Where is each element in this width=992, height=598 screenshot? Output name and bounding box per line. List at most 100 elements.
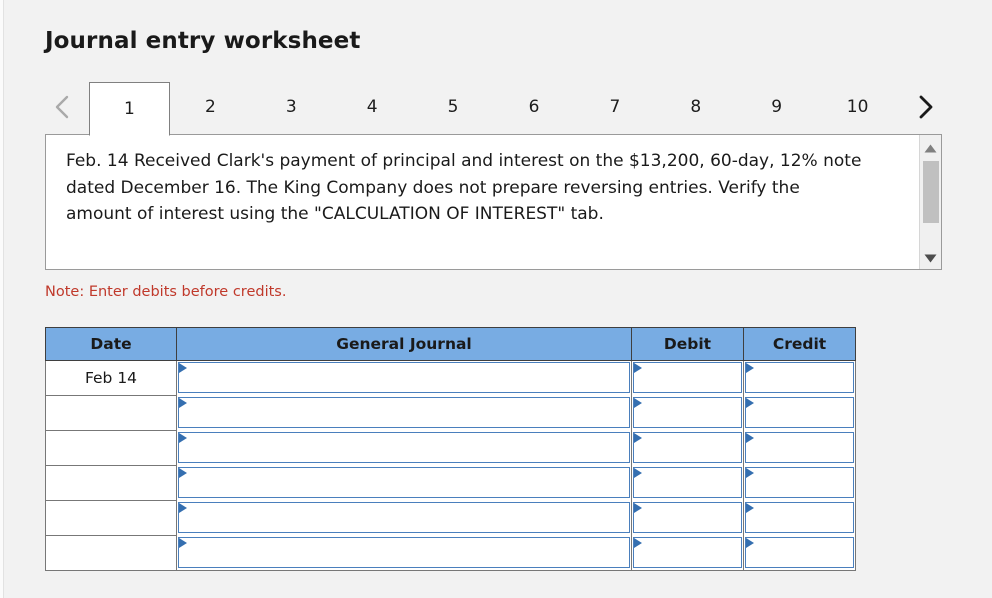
journal-credit-cell-input[interactable] [745, 536, 854, 568]
chevron-left-icon [52, 94, 72, 120]
table-row [45, 395, 856, 431]
tab-7[interactable]: 7 [574, 82, 655, 132]
journal-credit-cell[interactable] [743, 500, 856, 536]
journal-debit-cell[interactable] [631, 395, 744, 431]
tab-4[interactable]: 4 [332, 82, 413, 132]
journal-account-cell-input[interactable] [178, 467, 630, 498]
triangle-down-icon [924, 248, 937, 267]
cell-marker-triangle-icon [746, 537, 754, 548]
journal-debit-cell-input[interactable] [633, 362, 742, 394]
next-tab-button[interactable] [908, 82, 942, 132]
journal-account-cell[interactable] [176, 395, 632, 431]
journal-date-cell[interactable] [45, 500, 177, 536]
journal-debit-cell-input[interactable] [633, 397, 742, 428]
journal-credit-cell[interactable] [743, 465, 856, 501]
cell-marker-triangle-icon [634, 468, 642, 478]
journal-date-cell[interactable] [45, 465, 177, 501]
journal-credit-cell[interactable] [743, 395, 856, 431]
chevron-right-icon [915, 94, 935, 120]
scroll-up-button[interactable] [920, 137, 941, 157]
journal-debit-cell[interactable] [631, 465, 744, 501]
scrollbar-thumb[interactable] [923, 161, 939, 223]
journal-debit-cell[interactable] [631, 500, 744, 536]
journal-debit-cell-input[interactable] [633, 432, 742, 463]
journal-account-cell[interactable] [176, 360, 632, 396]
table-body: Feb 14 [45, 360, 856, 571]
cell-marker-triangle-icon [179, 363, 187, 374]
journal-account-cell[interactable] [176, 430, 632, 466]
tab-label: 9 [771, 97, 783, 117]
journal-debit-cell[interactable] [631, 535, 744, 571]
journal-account-cell-input[interactable] [178, 397, 630, 428]
instruction-scrollbar[interactable] [919, 135, 941, 269]
tab-label: 7 [609, 97, 621, 117]
cell-marker-triangle-icon [179, 537, 187, 548]
tab-label: 2 [204, 97, 216, 117]
column-header-credit: Credit [743, 327, 856, 361]
journal-credit-cell-input[interactable] [745, 397, 854, 428]
cell-marker-triangle-icon [746, 433, 754, 443]
table-header-row: Date General Journal Debit Credit [45, 327, 856, 361]
journal-credit-cell-input[interactable] [745, 362, 854, 394]
journal-credit-cell[interactable] [743, 430, 856, 466]
journal-debit-cell[interactable] [631, 360, 744, 396]
journal-entry-worksheet-page: Journal entry worksheet 1 2 3 4 5 6 7 8 9 10 Feb.… [0, 0, 992, 598]
cell-marker-triangle-icon [634, 363, 642, 374]
tab-5[interactable]: 5 [413, 82, 494, 132]
tab-label: 4 [366, 97, 378, 117]
tab-label: 8 [690, 97, 702, 117]
column-header-general-journal: General Journal [176, 327, 632, 361]
cell-marker-triangle-icon [634, 398, 642, 408]
journal-account-cell[interactable] [176, 465, 632, 501]
journal-account-cell-input[interactable] [178, 362, 630, 394]
journal-credit-cell[interactable] [743, 360, 856, 396]
debits-before-credits-note: Note: Enter debits before credits. [45, 284, 287, 300]
triangle-up-icon [924, 138, 937, 157]
table-row [45, 500, 856, 536]
journal-debit-cell-input[interactable] [633, 536, 742, 568]
instruction-text: Feb. 14 Received Clark's payment of prin… [66, 151, 862, 224]
journal-date-cell[interactable] [45, 430, 177, 466]
journal-account-cell-input[interactable] [178, 502, 630, 533]
scroll-down-button[interactable] [920, 247, 941, 267]
prev-tab-button[interactable] [45, 82, 79, 132]
journal-credit-cell-input[interactable] [745, 432, 854, 463]
cell-marker-triangle-icon [746, 503, 754, 513]
tab-label: 1 [124, 99, 135, 119]
tab-3[interactable]: 3 [251, 82, 332, 132]
journal-credit-cell[interactable] [743, 535, 856, 571]
journal-account-cell[interactable] [176, 500, 632, 536]
journal-debit-cell[interactable] [631, 430, 744, 466]
table-row [45, 430, 856, 466]
general-journal-table: Date General Journal Debit Credit Feb 14 [45, 327, 856, 571]
tab-2[interactable]: 2 [170, 82, 251, 132]
journal-credit-cell-input[interactable] [745, 502, 854, 533]
tab-label: 10 [846, 97, 869, 117]
cell-marker-triangle-icon [634, 433, 642, 443]
cell-marker-triangle-icon [179, 433, 187, 443]
journal-date-cell[interactable] [45, 395, 177, 431]
cell-marker-triangle-icon [634, 503, 642, 513]
journal-account-cell-input[interactable] [178, 432, 630, 463]
tab-6[interactable]: 6 [494, 82, 575, 132]
page-title: Journal entry worksheet [45, 28, 361, 54]
tab-9[interactable]: 9 [736, 82, 817, 132]
journal-date-cell[interactable] [45, 535, 177, 571]
journal-account-cell[interactable] [176, 535, 632, 571]
tab-label: 5 [447, 97, 459, 117]
tab-1[interactable]: 1 [89, 82, 170, 136]
tab-10[interactable]: 10 [817, 82, 898, 132]
cell-marker-triangle-icon [634, 537, 642, 548]
table-row [45, 535, 856, 571]
journal-debit-cell-input[interactable] [633, 467, 742, 498]
journal-account-cell-input[interactable] [178, 536, 630, 568]
column-header-debit: Debit [631, 327, 744, 361]
tab-label: 6 [528, 97, 540, 117]
journal-date-cell[interactable]: Feb 14 [45, 360, 177, 396]
tab-8[interactable]: 8 [655, 82, 736, 132]
journal-credit-cell-input[interactable] [745, 467, 854, 498]
tab-list: 1 2 3 4 5 6 7 8 9 10 [89, 82, 898, 136]
table-row: Feb 14 [45, 360, 856, 396]
journal-debit-cell-input[interactable] [633, 502, 742, 533]
cell-marker-triangle-icon [179, 503, 187, 513]
